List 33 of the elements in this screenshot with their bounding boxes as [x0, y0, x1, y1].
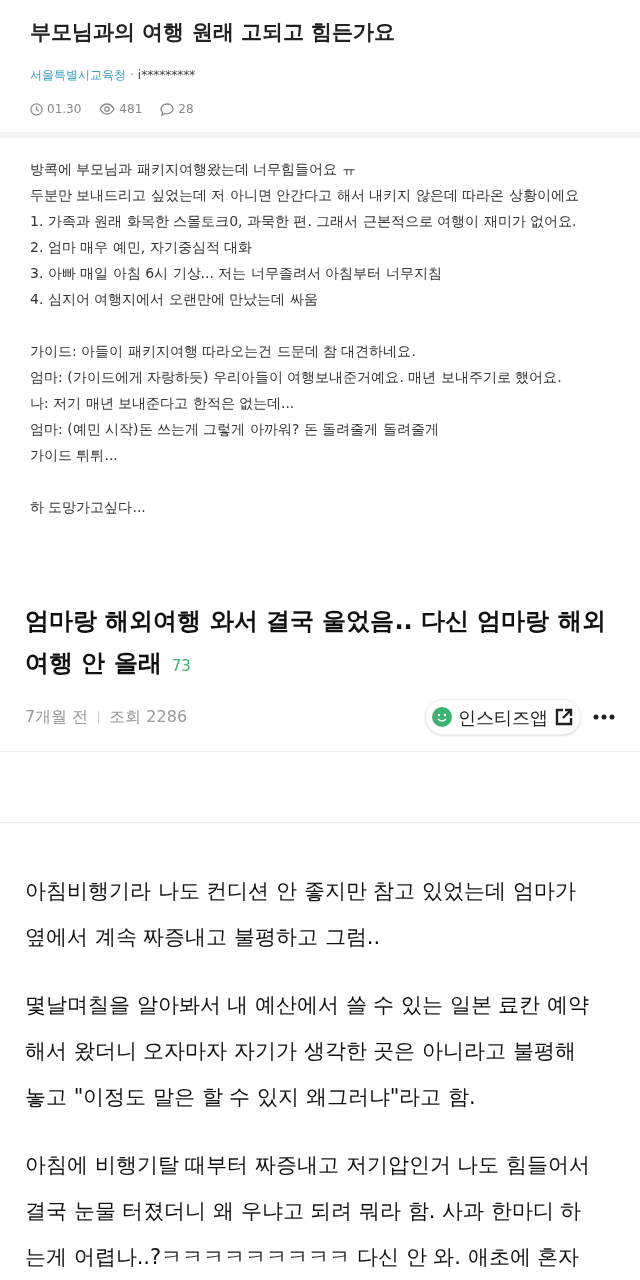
external-link-icon	[554, 707, 574, 727]
post-date: 01.30	[47, 101, 82, 118]
comment-count: 28	[178, 101, 194, 118]
body-line: 가이드: 아들이 패키지여행 따라오는건 드문데 참 대견하네요.	[30, 342, 417, 361]
eye-icon	[99, 103, 116, 115]
body-line: 엄마: (가이드에게 자랑하듯) 우리아들이 여행보내준거예요. 매년 보내주기로 했어요.	[30, 368, 563, 387]
clock-icon	[30, 102, 43, 116]
body-line: 방콕에 부모님과 패키지여행왔는데 너무힘들어요 ㅠ	[30, 160, 357, 179]
smiley-icon	[432, 707, 452, 727]
post-title: 부모님과의 여행 원래 고되고 힘든가요	[30, 19, 397, 46]
more-icon[interactable]	[593, 714, 615, 720]
article-paragraph: 아침에 비행기탈 때부터 짜증내고 저기압인거 나도 힘들어서 결국 눈물 터졌더니 왜 우냐고 되려 뭐라 함. 사과 한마디 하는게 어렵나..?ㅋㅋㅋㅋㅋㅋㅋㅋㅋ 다신 안 와. 애초에 혼자	[25, 1152, 592, 1271]
article-paragraph: 몇날며칠을 알아봐서 내 예산에서 쓸 수 있는 일본 료칸 예약해서 왔더니 오자마자 자기가 생각한 곳은 아니라고 불평해놓고 "이정도 말은 할 수 있지 왜그러냐"라고 함.	[25, 992, 591, 1111]
body-line: 엄마: (예민 시작)돈 쓰는게 그렇게 아까워? 돈 돌려줄게 돌려줄게	[30, 420, 440, 439]
article-title-line: 엄마랑 해외여행 와서 결국 울었음.. 다신 엄마랑 해외	[25, 606, 606, 637]
comment-icon	[160, 102, 175, 116]
body-line: 3. 아빠 매일 아침 6시 기상... 저는 너무졸려서 아침부터 너무지침	[30, 264, 443, 283]
view-count: 조회 2286	[109, 706, 188, 728]
comment-count: 73	[171, 656, 191, 677]
body-line: 하 도망가고싶다...	[30, 498, 147, 517]
article-paragraph: 아침비행기라 나도 컨디션 안 좋지만 참고 있었는데 엄마가 옆에서 계속 짜증내고 불평하고 그럼..	[25, 878, 577, 951]
author-name: i*********	[137, 67, 196, 84]
body-line: 가이드 튀튀...	[30, 446, 119, 465]
view-count: 481	[119, 101, 143, 118]
article-title-line: 여행 안 올래	[25, 648, 162, 679]
body-line: 두분만 보내드리고 싶었는데 저 아니면 안간다고 해서 내키지 않은데 따라온 상황이에요	[30, 186, 580, 205]
body-line: 나: 저기 매년 보내준다고 한적은 없는데...	[30, 394, 296, 413]
body-line: 1. 가족과 원래 화목한 스몰토크0, 과묵한 편. 그래서 근본적으로 여행이 재미가 없어요.	[30, 212, 578, 231]
body-line: 4. 심지어 여행지에서 오랜만에 만났는데 싸움	[30, 290, 319, 309]
post-time: 7개월 전	[25, 706, 89, 728]
body-line: 2. 엄마 매우 예민, 자기중심적 대화	[30, 238, 254, 257]
app-link-button[interactable]: 인스티즈앱	[425, 699, 581, 735]
separator-dot: ·	[130, 67, 134, 84]
